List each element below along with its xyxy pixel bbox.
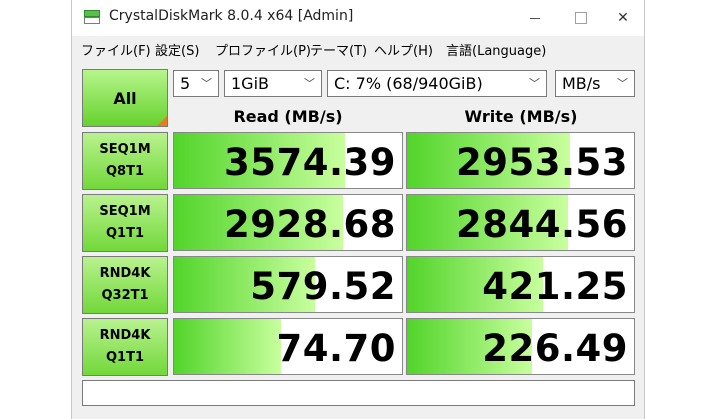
minimize-icon <box>530 17 540 19</box>
title-bar[interactable]: CrystalDiskMark 8.0.4 x64 [Admin] ✕ <box>72 0 644 36</box>
read-bar <box>174 319 282 374</box>
menu-language[interactable]: 言語(Language) <box>446 40 546 59</box>
menu-file[interactable]: ファイル(F) <box>81 40 151 59</box>
menu-bar: ファイル(F) 設定(S) プロファイル(P) テーマ(T) ヘルプ(H) 言語… <box>72 36 644 60</box>
read-result-rnd4k-q32t1: 579.52 <box>173 256 403 313</box>
test-label-line1: RND4K <box>99 266 151 281</box>
test-button-rnd4k-q1t1[interactable]: RND4K Q1T1 <box>82 318 168 376</box>
test-button-seq1m-q8t1[interactable]: SEQ1M Q8T1 <box>82 132 168 190</box>
window-title: CrystalDiskMark 8.0.4 x64 [Admin] <box>109 8 354 24</box>
write-value: 226.49 <box>482 327 628 370</box>
write-result-seq1m-q8t1: 2953.53 <box>406 132 635 189</box>
comment-input[interactable] <box>82 380 635 406</box>
unit-select[interactable]: MB/s ﹀ <box>555 70 635 97</box>
write-value: 2953.53 <box>455 141 628 184</box>
count-value: 5 <box>180 74 191 93</box>
read-result-rnd4k-q1t1: 74.70 <box>173 318 403 375</box>
test-label-line2: Q1T1 <box>105 350 144 365</box>
size-value: 1GiB <box>231 74 269 93</box>
count-select[interactable]: 5 ﹀ <box>173 70 219 97</box>
close-icon: ✕ <box>617 10 629 26</box>
maximize-button[interactable] <box>558 0 604 36</box>
test-label-line2: Q1T1 <box>105 226 144 241</box>
app-icon <box>84 10 100 24</box>
read-value: 579.52 <box>250 265 396 308</box>
menu-help[interactable]: ヘルプ(H) <box>374 40 433 59</box>
read-value: 2928.68 <box>223 203 396 246</box>
write-value: 2844.56 <box>455 203 628 246</box>
write-result-rnd4k-q32t1: 421.25 <box>406 256 635 313</box>
unit-value: MB/s <box>562 74 601 93</box>
write-header: Write (MB/s) <box>464 107 578 126</box>
read-value: 3574.39 <box>223 141 396 184</box>
chevron-down-icon: ﹀ <box>617 77 628 90</box>
drive-value: C: 7% (68/940GiB) <box>334 74 483 93</box>
test-label-line2: Q8T1 <box>105 164 144 179</box>
write-value: 421.25 <box>482 265 628 308</box>
test-button-seq1m-q1t1[interactable]: SEQ1M Q1T1 <box>82 194 168 252</box>
test-label-line1: RND4K <box>99 328 151 343</box>
all-button[interactable]: All <box>82 69 168 127</box>
test-label-line2: Q32T1 <box>101 288 149 303</box>
app-window: CrystalDiskMark 8.0.4 x64 [Admin] ✕ ファイル… <box>71 0 645 419</box>
menu-settings[interactable]: 設定(S) <box>155 40 199 59</box>
write-result-seq1m-q1t1: 2844.56 <box>406 194 635 251</box>
close-button[interactable]: ✕ <box>600 0 646 36</box>
drive-select[interactable]: C: 7% (68/940GiB) ﹀ <box>327 70 547 97</box>
corner-marker <box>157 116 167 126</box>
test-label-line1: SEQ1M <box>99 142 151 157</box>
write-result-rnd4k-q1t1: 226.49 <box>406 318 635 375</box>
chevron-down-icon: ﹀ <box>201 77 212 90</box>
read-result-seq1m-q8t1: 3574.39 <box>173 132 403 189</box>
size-select[interactable]: 1GiB ﹀ <box>224 70 322 97</box>
chevron-down-icon: ﹀ <box>304 77 315 90</box>
all-button-label: All <box>113 88 137 108</box>
read-result-seq1m-q1t1: 2928.68 <box>173 194 403 251</box>
maximize-icon <box>575 12 587 24</box>
menu-theme[interactable]: テーマ(T) <box>310 40 367 59</box>
read-value: 74.70 <box>276 327 396 370</box>
minimize-button[interactable] <box>512 0 558 36</box>
test-label-line1: SEQ1M <box>99 204 151 219</box>
chevron-down-icon: ﹀ <box>529 77 540 90</box>
test-button-rnd4k-q32t1[interactable]: RND4K Q32T1 <box>82 256 168 314</box>
menu-profile[interactable]: プロファイル(P) <box>215 40 311 59</box>
read-header: Read (MB/s) <box>233 107 343 126</box>
